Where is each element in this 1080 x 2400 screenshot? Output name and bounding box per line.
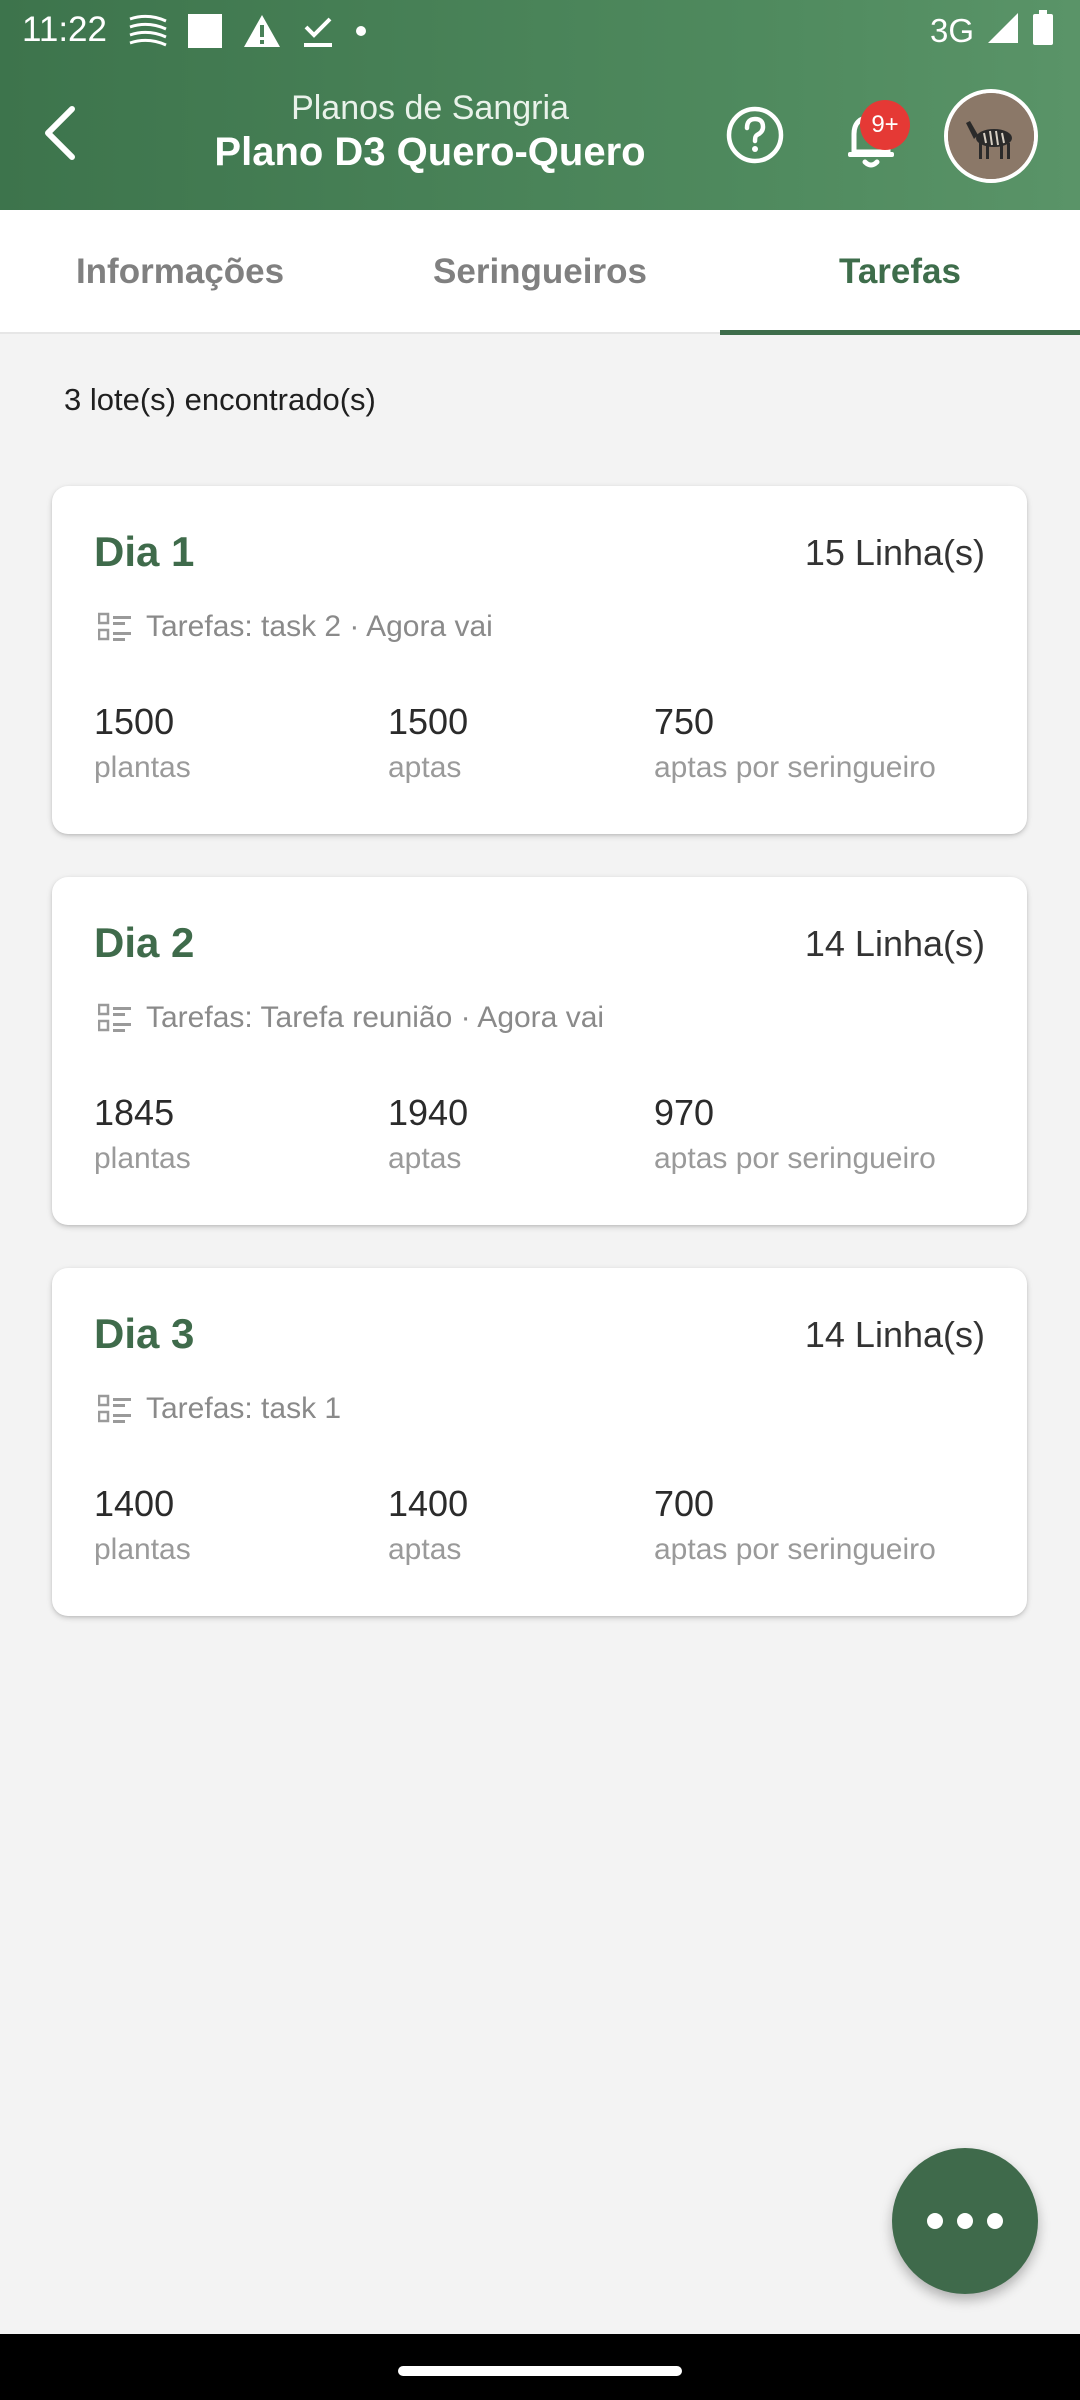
app-header: 11:22 3G Planos de Sangria Plano D3 Quer…	[0, 0, 1080, 210]
stat-value: 1500	[388, 701, 469, 742]
help-button[interactable]	[724, 104, 786, 166]
lot-card-dia-2[interactable]: Dia 2 14 Linha(s) Tarefas: Tarefa reuniã…	[52, 877, 1027, 1225]
stat-label: aptas por seringueiro	[654, 751, 936, 784]
more-horizontal-icon-dot	[987, 2213, 1003, 2229]
stat-label: plantas	[94, 1142, 191, 1175]
more-horizontal-icon-dot	[927, 2213, 943, 2229]
card-lines-count: 14 Linha(s)	[804, 923, 985, 964]
card-lines-count: 15 Linha(s)	[804, 532, 985, 573]
app-screen: 11:22 3G Planos de Sangria Plano D3 Quer…	[0, 0, 1080, 2400]
card-tasks-text: Tarefas: task 2 · Agora vai	[146, 610, 493, 643]
stat-aptas: 1940 aptas	[388, 1091, 468, 1183]
card-title: Dia 2	[94, 919, 195, 966]
stat-aptas-por-seringueiro: 750 aptas por seringueiro	[654, 700, 936, 792]
checklist-icon	[98, 612, 131, 641]
signal-icon	[986, 11, 1020, 50]
stat-label: aptas	[388, 1533, 462, 1566]
zebra-avatar-image	[948, 93, 1034, 179]
home-gesture-handle[interactable]	[398, 2366, 682, 2376]
card-lines-count: 14 Linha(s)	[804, 1314, 985, 1355]
card-tasks: Tarefas: task 1	[98, 1392, 341, 1426]
stat-label: plantas	[94, 1533, 191, 1566]
stat-aptas: 1500 aptas	[388, 700, 468, 792]
card-tasks-text: Tarefas: task 1	[146, 1392, 342, 1425]
avatar[interactable]	[944, 89, 1038, 183]
download-done-icon	[300, 13, 336, 49]
dot-icon	[354, 24, 368, 38]
tab-informacoes[interactable]: Informações	[0, 210, 360, 334]
system-navigation-bar	[0, 2334, 1080, 2400]
stat-label: aptas	[388, 751, 462, 784]
stat-label: aptas por seringueiro	[654, 1533, 936, 1566]
result-count: 3 lote(s) encontrado(s)	[64, 382, 376, 417]
app-bar: Planos de Sangria Plano D3 Quero-Quero 9…	[0, 64, 1080, 210]
stat-plantas: 1500 plantas	[94, 700, 191, 792]
lot-card-dia-1[interactable]: Dia 1 15 Linha(s) Tarefas: task 2 · Agor…	[52, 486, 1027, 834]
tab-tarefas[interactable]: Tarefas	[720, 210, 1080, 334]
square-notification-icon	[186, 12, 224, 50]
more-actions-fab[interactable]	[892, 2148, 1038, 2294]
active-tab-indicator	[720, 330, 1080, 335]
app-bar-titles: Planos de Sangria Plano D3 Quero-Quero	[160, 88, 700, 176]
page-subtitle: Planos de Sangria	[291, 89, 569, 127]
stat-label: plantas	[94, 751, 191, 784]
notification-badge: 9+	[860, 100, 910, 150]
stat-plantas: 1400 plantas	[94, 1482, 191, 1574]
tab-bar: Informações Seringueiros Tarefas	[0, 210, 1080, 335]
stat-plantas: 1845 plantas	[94, 1091, 191, 1183]
card-title: Dia 1	[94, 528, 195, 575]
arrow-back-icon	[45, 106, 75, 160]
more-horizontal-icon-dot	[957, 2213, 973, 2229]
checklist-icon	[98, 1003, 131, 1032]
stat-label: aptas	[388, 1142, 462, 1175]
help-circle-icon	[726, 106, 784, 164]
card-tasks: Tarefas: Tarefa reunião · Agora vai	[98, 1001, 604, 1035]
stat-aptas-por-seringueiro: 700 aptas por seringueiro	[654, 1482, 936, 1574]
stat-value: 1845	[94, 1092, 175, 1133]
status-time: 11:22	[22, 10, 107, 49]
stat-label: aptas por seringueiro	[654, 1142, 936, 1175]
tab-seringueiros[interactable]: Seringueiros	[360, 210, 720, 334]
battery-icon	[1032, 10, 1054, 51]
stat-value: 1400	[94, 1483, 175, 1524]
back-button[interactable]	[30, 98, 90, 168]
stat-value: 1400	[388, 1483, 469, 1524]
network-waves-icon	[128, 13, 168, 49]
status-bar: 11:22 3G	[0, 0, 1080, 64]
stat-value: 750	[654, 701, 715, 742]
stat-aptas-por-seringueiro: 970 aptas por seringueiro	[654, 1091, 936, 1183]
stat-value: 970	[654, 1092, 715, 1133]
status-right-group: 3G	[930, 10, 1054, 51]
stat-value: 700	[654, 1483, 715, 1524]
stat-value: 1940	[388, 1092, 469, 1133]
warning-icon	[242, 13, 282, 49]
network-type: 3G	[929, 11, 974, 49]
checklist-icon	[98, 1394, 131, 1423]
stat-value: 1500	[94, 701, 175, 742]
lot-card-dia-3[interactable]: Dia 3 14 Linha(s) Tarefas: task 1 1400 p…	[52, 1268, 1027, 1616]
card-title: Dia 3	[94, 1310, 195, 1357]
card-tasks-text: Tarefas: Tarefa reunião · Agora vai	[146, 1001, 605, 1034]
card-tasks: Tarefas: task 2 · Agora vai	[98, 610, 493, 644]
page-title: Plano D3 Quero-Quero	[214, 130, 646, 174]
stat-aptas: 1400 aptas	[388, 1482, 468, 1574]
status-notification-icons	[128, 12, 368, 50]
